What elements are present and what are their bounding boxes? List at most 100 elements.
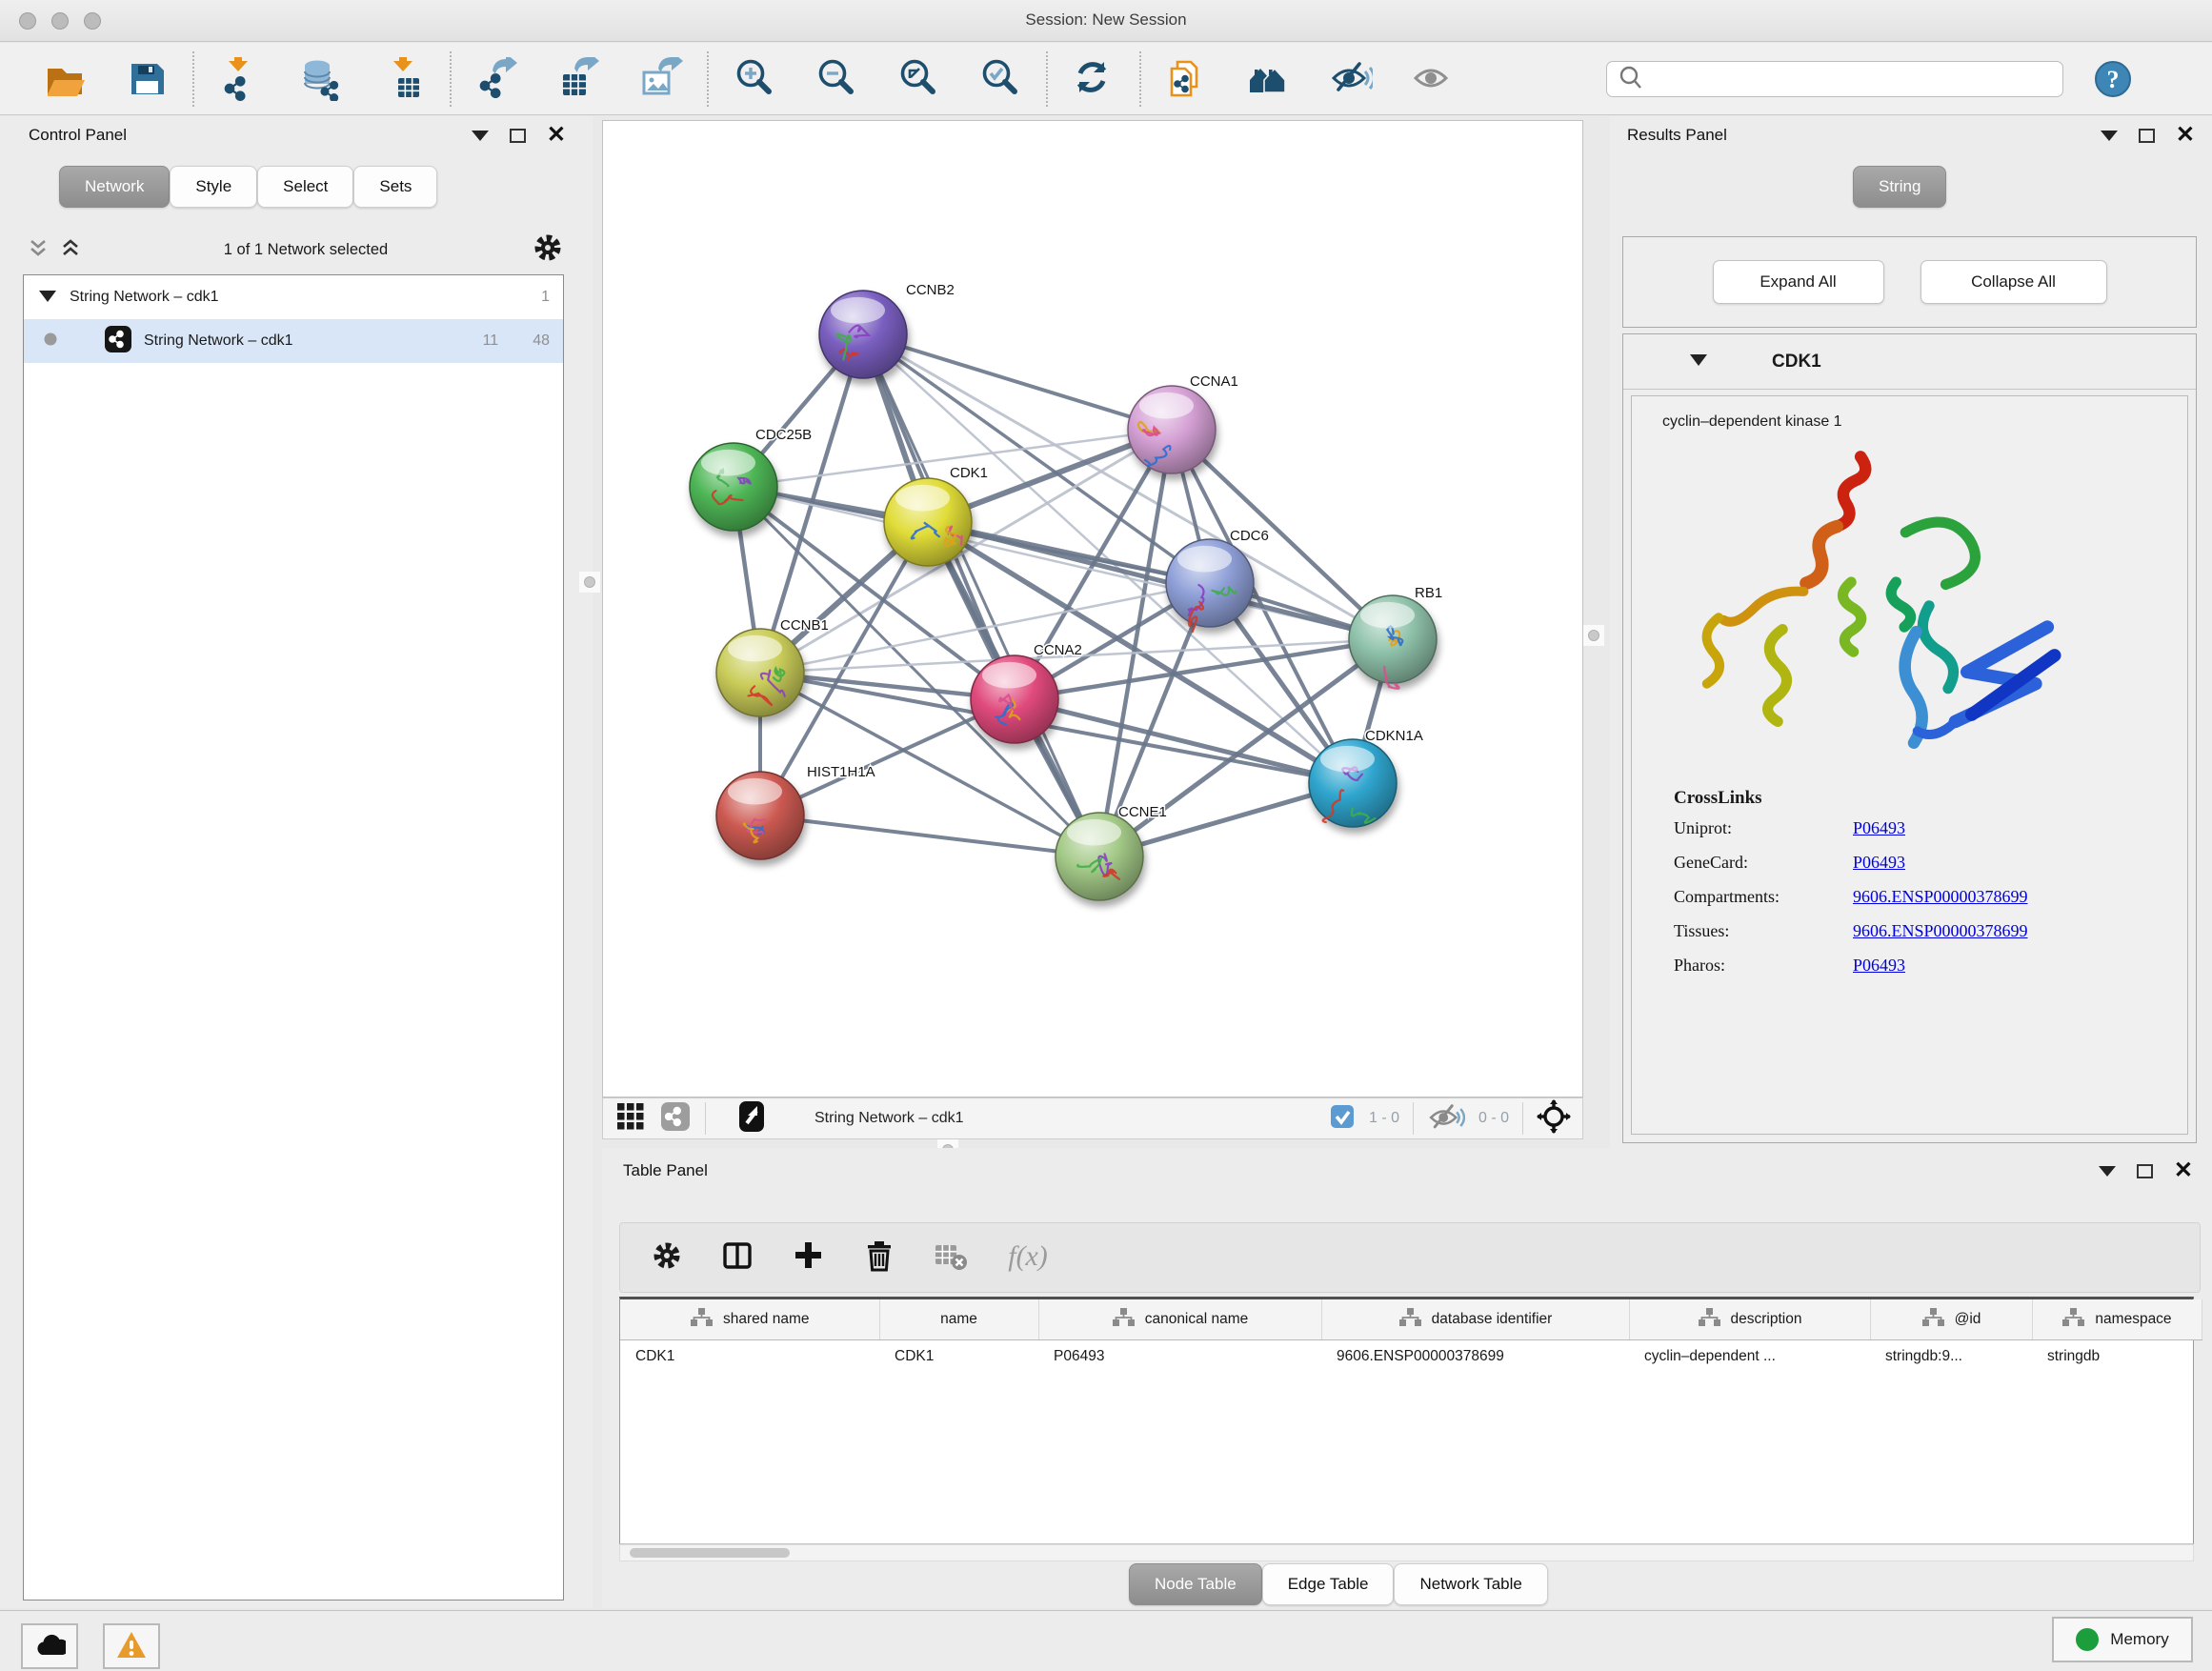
cloud-button[interactable] — [21, 1623, 78, 1669]
node-CCNA1[interactable] — [1128, 386, 1216, 473]
warnings-button[interactable] — [103, 1623, 160, 1669]
table-delete-icon[interactable] — [934, 1239, 968, 1277]
crosslink-link[interactable]: P06493 — [1853, 853, 1905, 873]
left-splitter-handle[interactable] — [579, 572, 600, 593]
network-canvas[interactable]: CCNB2CCNA1CDC25BCDK1CDC6RB1CCNB1CCNA2CDK… — [602, 120, 1583, 1097]
edge-HIST1H1A-CCNE1[interactable] — [760, 815, 1099, 856]
float-panel-icon[interactable] — [2139, 129, 2155, 143]
close-panel-icon[interactable]: ✕ — [2174, 1163, 2193, 1178]
zoom-fit-button[interactable] — [895, 56, 941, 102]
tab-string[interactable]: String — [1853, 166, 1946, 208]
node-CDC25B[interactable] — [690, 443, 777, 531]
collapse-all-icon[interactable] — [29, 238, 48, 262]
panel-menu-icon[interactable] — [2099, 1166, 2116, 1177]
trash-icon[interactable] — [863, 1239, 895, 1277]
zoom-in-button[interactable] — [732, 56, 777, 102]
close-panel-icon[interactable]: ✕ — [547, 128, 566, 143]
tree-expand-icon[interactable] — [37, 287, 58, 309]
refresh-button[interactable] — [1071, 56, 1116, 102]
import-table-button[interactable] — [381, 56, 427, 102]
export-network-button[interactable] — [474, 56, 520, 102]
column-header-sharedname[interactable]: shared name — [620, 1299, 879, 1339]
node-HIST1H1A[interactable] — [716, 772, 804, 859]
collapse-entry-icon[interactable] — [1688, 351, 1709, 372]
column-header-namespace[interactable]: namespace — [2032, 1299, 2202, 1339]
table-row[interactable]: CDK1CDK1P064939606.ENSP00000378699cyclin… — [620, 1339, 2202, 1374]
gear-icon[interactable] — [651, 1239, 683, 1277]
node-RB1[interactable] — [1349, 595, 1437, 689]
eye-button[interactable] — [1410, 56, 1456, 102]
collapse-all-button[interactable]: Collapse All — [1920, 260, 2107, 304]
columns-icon[interactable] — [721, 1239, 754, 1277]
plus-icon[interactable] — [792, 1238, 825, 1277]
open-file-button[interactable] — [42, 56, 88, 102]
export-table-button[interactable] — [556, 56, 602, 102]
expand-all-icon[interactable] — [61, 238, 80, 262]
birds-eye-view-icon[interactable] — [614, 1100, 646, 1137]
import-network-button[interactable] — [217, 56, 263, 102]
search-box[interactable] — [1606, 61, 2063, 97]
table-horizontal-scrollbar[interactable] — [619, 1544, 2194, 1561]
hidden-elements-icon[interactable] — [1427, 1100, 1465, 1137]
panel-menu-icon[interactable] — [472, 131, 489, 141]
network-row[interactable]: String Network – cdk1 11 48 — [24, 319, 563, 363]
node-CCNB2[interactable] — [819, 291, 907, 378]
column-header-canonicalname[interactable]: canonical name — [1038, 1299, 1321, 1339]
node-CCNE1[interactable] — [1056, 813, 1143, 900]
tab-sets[interactable]: Sets — [353, 166, 437, 208]
save-session-button[interactable] — [124, 56, 170, 102]
column-header-name[interactable]: name — [879, 1299, 1038, 1339]
float-panel-icon[interactable] — [2137, 1164, 2153, 1178]
fx-icon[interactable]: f(x) — [1006, 1237, 1063, 1278]
node-table[interactable]: shared namenamecanonical namedatabase id… — [619, 1297, 2194, 1544]
tab-network[interactable]: Network — [59, 166, 170, 208]
node-result-header[interactable]: CDK1 — [1623, 334, 2196, 390]
right-splitter-handle[interactable] — [1583, 625, 1604, 646]
network-options-gear-icon[interactable] — [532, 232, 564, 269]
tab-style[interactable]: Style — [170, 166, 257, 208]
tab-select[interactable]: Select — [257, 166, 353, 208]
search-input[interactable] — [1649, 70, 2053, 88]
scrollbar-thumb[interactable] — [630, 1548, 790, 1558]
node-result-card: CDK1 cyclin–dependent kinase 1 — [1622, 333, 2197, 1143]
import-database-button[interactable] — [299, 56, 345, 102]
network-thumbnail-icon[interactable] — [659, 1100, 692, 1137]
zoom-selected-button[interactable] — [977, 56, 1023, 102]
node-CCNB1[interactable] — [716, 629, 804, 716]
zoom-out-button[interactable] — [814, 56, 859, 102]
node-CDKN1A[interactable] — [1309, 739, 1397, 827]
column-header-id[interactable]: @id — [1870, 1299, 2032, 1339]
expand-all-button[interactable]: Expand All — [1713, 260, 1884, 304]
fit-selected-icon[interactable] — [1537, 1099, 1571, 1138]
tab-node-table[interactable]: Node Table — [1129, 1563, 1262, 1605]
node-CDK1[interactable] — [884, 478, 972, 566]
edge-CCNB2-CCNA1[interactable] — [863, 334, 1172, 430]
tab-edge-table[interactable]: Edge Table — [1262, 1563, 1395, 1605]
panel-menu-icon[interactable] — [2101, 131, 2118, 141]
help-button[interactable]: ? — [2090, 56, 2136, 102]
tab-network-table[interactable]: Network Table — [1394, 1563, 1547, 1605]
network-collection-row[interactable]: String Network – cdk1 1 — [24, 275, 563, 319]
crosslink-link[interactable]: 9606.ENSP00000378699 — [1853, 921, 2028, 941]
eye-slash-button[interactable] — [1328, 56, 1374, 102]
detach-view-icon[interactable] — [736, 1100, 767, 1137]
crosslink-link[interactable]: P06493 — [1853, 956, 1905, 976]
column-header-description[interactable]: description — [1629, 1299, 1870, 1339]
node-CCNA2[interactable] — [971, 655, 1058, 743]
export-image-button[interactable] — [638, 56, 684, 102]
float-panel-icon[interactable] — [510, 129, 526, 143]
node-CDC6[interactable] — [1166, 539, 1254, 632]
hierarchy-icon — [690, 1307, 714, 1332]
selected-nodes-checkbox[interactable] — [1329, 1103, 1356, 1135]
column-header-databaseidentifier[interactable]: database identifier — [1321, 1299, 1629, 1339]
crosslink-link[interactable]: P06493 — [1853, 818, 1905, 838]
label-CDC6: CDC6 — [1230, 528, 1269, 544]
copy-documents-button[interactable] — [1164, 56, 1210, 102]
network-graph[interactable]: CCNB2CCNA1CDC25BCDK1CDC6RB1CCNB1CCNA2CDK… — [603, 121, 1582, 1097]
close-panel-icon[interactable]: ✕ — [2176, 128, 2195, 143]
crosslink-link[interactable]: 9606.ENSP00000378699 — [1853, 887, 2028, 907]
double-house-button[interactable] — [1246, 56, 1292, 102]
memory-button[interactable]: Memory — [2052, 1617, 2193, 1662]
edge-CDK1-RB1[interactable] — [928, 522, 1393, 639]
edge-CCNB2-CCNE1[interactable] — [863, 334, 1099, 856]
